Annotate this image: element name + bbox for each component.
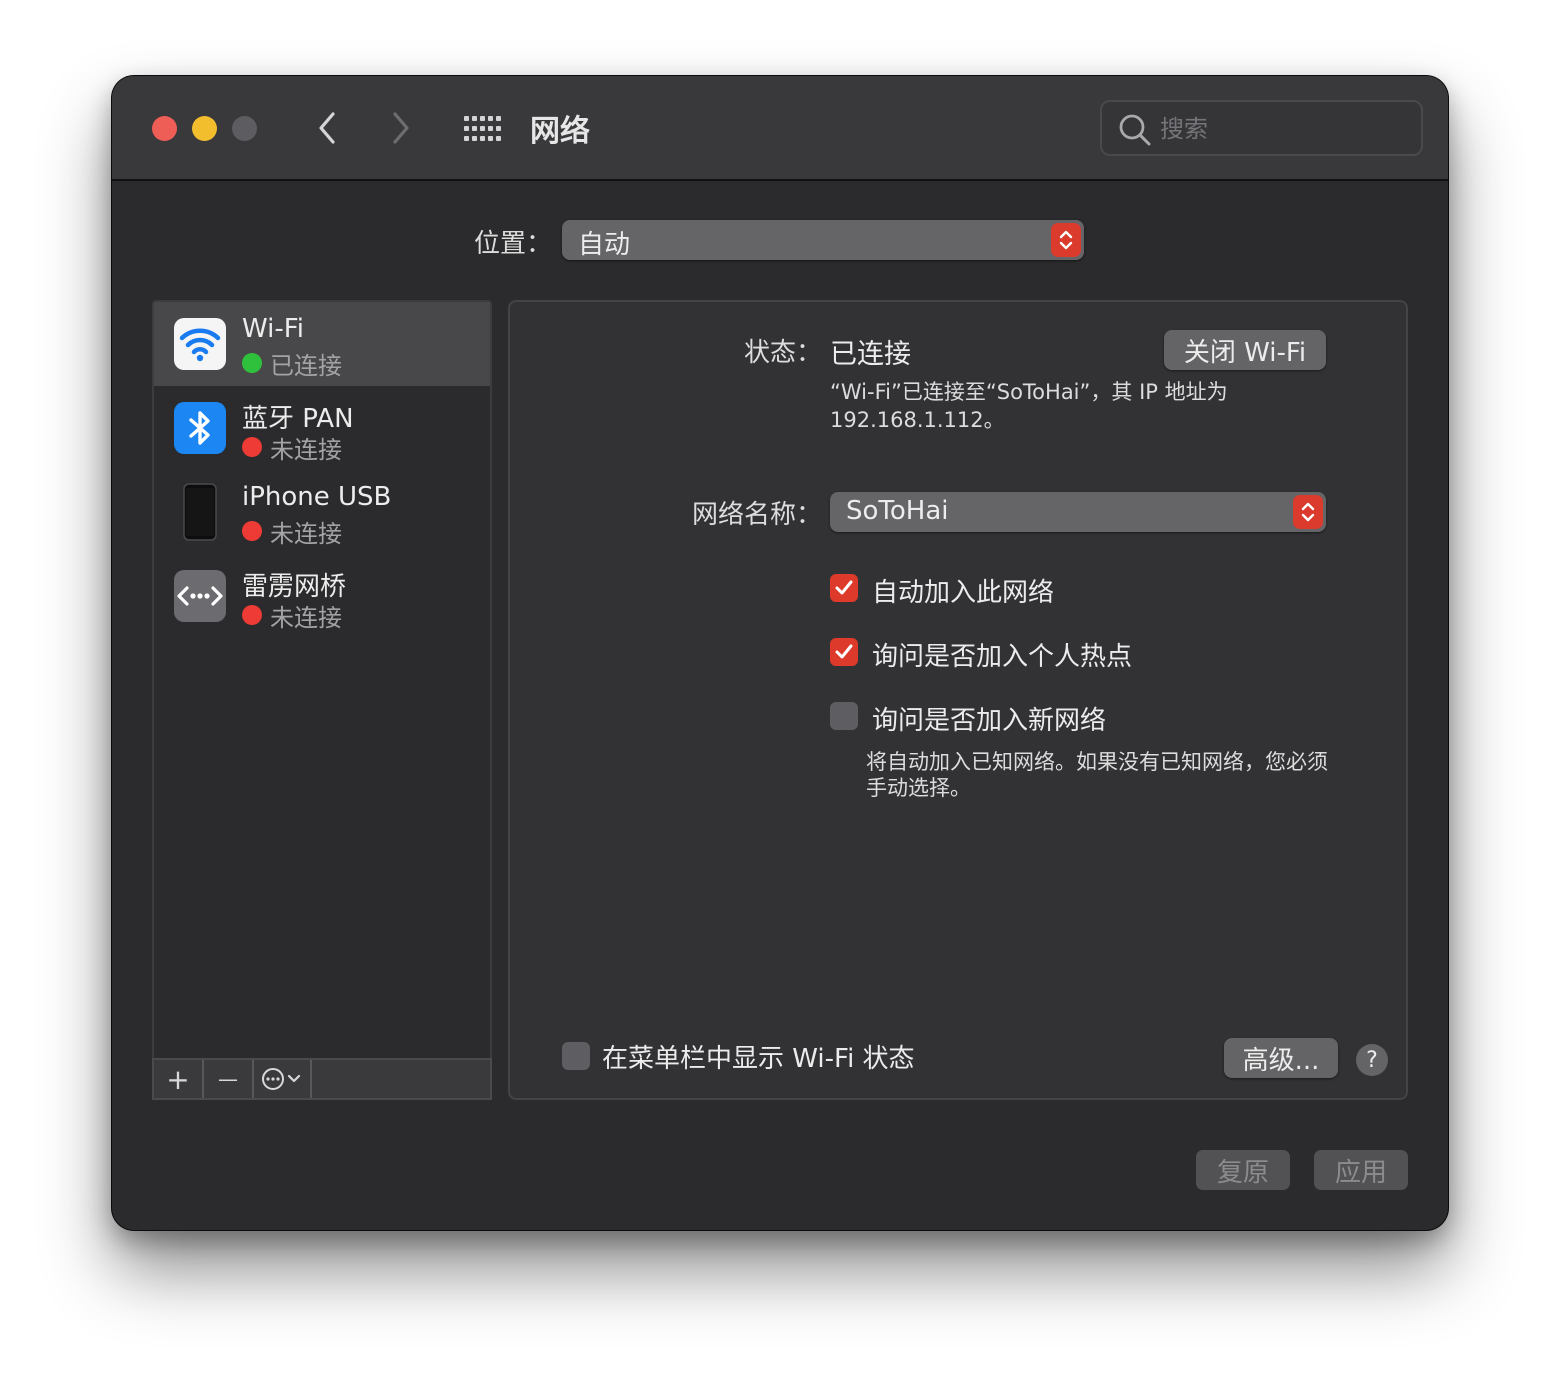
auto-join-label: 自动加入此网络 — [872, 578, 1055, 608]
checkmark-icon — [835, 644, 853, 659]
show-all-button[interactable] — [462, 114, 502, 144]
service-status: 未连接 — [270, 604, 342, 632]
add-service-button[interactable]: + — [154, 1060, 204, 1098]
more-actions-icon — [262, 1068, 301, 1090]
disconnected-status-dot — [242, 437, 262, 457]
service-item-bluetooth-pan[interactable]: 蓝牙 PAN 未连接 — [154, 386, 490, 470]
ask-join-new-network-checkbox[interactable] — [830, 702, 858, 730]
popup-stepper — [1293, 495, 1323, 529]
back-button[interactable] — [312, 109, 342, 147]
up-down-chevron-icon — [1059, 230, 1073, 250]
new-network-note-line2: 手动选择。 — [866, 776, 971, 800]
service-item-wifi[interactable]: Wi-Fi 已连接 — [154, 302, 490, 386]
service-name: iPhone USB — [242, 482, 392, 512]
grid-icon — [464, 116, 501, 141]
service-list: Wi-Fi 已连接 蓝牙 PAN 未连接 iPhone USB 未连接 雷雳网桥… — [152, 300, 492, 1100]
revert-button[interactable]: 复原 — [1196, 1150, 1290, 1190]
service-status: 未连接 — [270, 436, 342, 464]
bluetooth-icon — [174, 402, 226, 454]
location-popup[interactable]: 自动 — [562, 220, 1084, 260]
iphone-icon — [174, 483, 226, 541]
search-field[interactable] — [1100, 100, 1423, 156]
chevron-right-icon — [393, 112, 409, 144]
show-wifi-in-menubar-checkbox[interactable] — [562, 1042, 590, 1070]
location-value: 自动 — [578, 230, 631, 260]
network-name-label: 网络名称： — [692, 500, 823, 530]
connected-status-dot — [242, 353, 262, 373]
service-list-toolbar: + — — [152, 1058, 492, 1100]
minimize-window-button[interactable] — [192, 116, 217, 141]
network-preferences-window: 网络 位置： 自动 — [112, 76, 1448, 1230]
search-input[interactable] — [1160, 110, 1410, 148]
service-status: 未连接 — [270, 520, 342, 548]
thunderbolt-bridge-icon — [174, 570, 226, 622]
service-actions-button[interactable] — [254, 1060, 312, 1098]
fullscreen-window-button[interactable] — [232, 116, 257, 141]
disconnected-status-dot — [242, 521, 262, 541]
network-name-value: SoToHai — [846, 496, 949, 526]
status-description-line1: “Wi-Fi”已连接至“SoToHai”，其 IP 地址为 — [830, 380, 1228, 404]
status-label: 状态： — [744, 338, 823, 368]
show-wifi-in-menubar-label: 在菜单栏中显示 Wi-Fi 状态 — [602, 1044, 915, 1074]
disconnected-status-dot — [242, 605, 262, 625]
location-label: 位置： — [474, 229, 553, 259]
new-network-note-line1: 将自动加入已知网络。如果没有已知网络，您必须 — [866, 750, 1328, 774]
ask-join-hotspot-label: 询问是否加入个人热点 — [872, 642, 1133, 672]
window-title: 网络 — [530, 114, 590, 149]
apply-button[interactable]: 应用 — [1314, 1150, 1408, 1190]
status-description-line2: 192.168.1.112。 — [830, 408, 1005, 432]
auto-join-checkbox[interactable] — [830, 574, 858, 602]
ask-join-hotspot-checkbox[interactable] — [830, 638, 858, 666]
search-icon — [1119, 114, 1151, 146]
wifi-detail-panel: 状态： 已连接 关闭 Wi-Fi “Wi-Fi”已连接至“SoToHai”，其 … — [508, 300, 1408, 1100]
wifi-icon — [174, 318, 226, 370]
ask-join-new-network-label: 询问是否加入新网络 — [872, 706, 1107, 736]
checkmark-icon — [835, 580, 853, 595]
service-item-thunderbolt-bridge[interactable]: 雷雳网桥 未连接 — [154, 554, 490, 638]
turn-off-wifi-button[interactable]: 关闭 Wi-Fi — [1164, 330, 1326, 370]
help-button[interactable]: ? — [1356, 1044, 1388, 1076]
remove-service-button[interactable]: — — [204, 1060, 254, 1098]
close-window-button[interactable] — [152, 116, 177, 141]
network-name-popup[interactable]: SoToHai — [830, 492, 1326, 532]
chevron-left-icon — [319, 112, 335, 144]
forward-button[interactable] — [386, 109, 416, 147]
popup-stepper — [1051, 223, 1081, 257]
service-status: 已连接 — [270, 352, 342, 380]
service-item-iphone-usb[interactable]: iPhone USB 未连接 — [154, 470, 490, 554]
titlebar: 网络 — [112, 76, 1448, 181]
status-value: 已连接 — [830, 339, 911, 370]
service-name: Wi-Fi — [242, 314, 305, 344]
advanced-button[interactable]: 高级... — [1224, 1038, 1338, 1078]
up-down-chevron-icon — [1301, 502, 1315, 522]
